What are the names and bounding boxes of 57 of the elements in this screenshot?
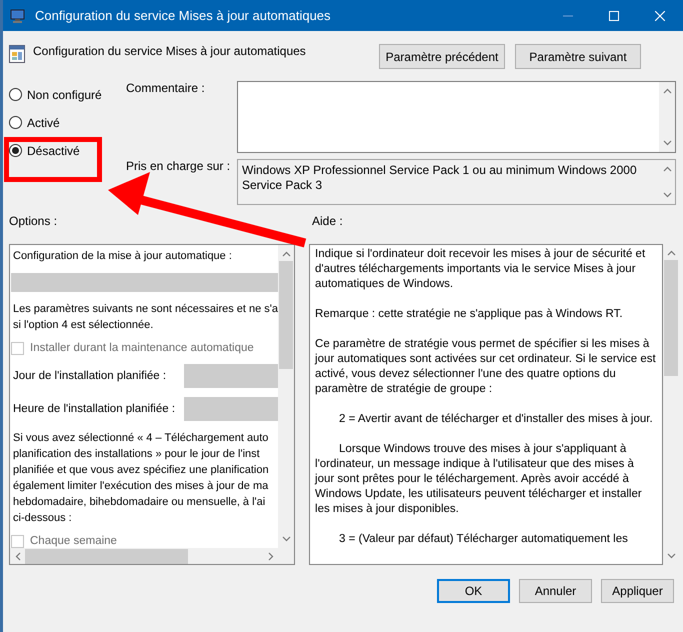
- option-text: également limiter l'exécution des mises à jour de ma: [13, 478, 270, 494]
- radio-label: Non configuré: [27, 88, 102, 102]
- maximize-icon: [609, 10, 619, 20]
- setting-title: Configuration du service Mises à jour automatiques: [33, 44, 307, 58]
- help-paragraph: Indique si l'ordinateur doit recevoir les mises à jour de sécurité et d'autres téléchargements importants via le service Mises à jour automatiques de Windows.: [315, 247, 646, 292]
- dialog-button[interactable]: Appliquer: [601, 579, 674, 603]
- chevron-up-icon: [282, 251, 291, 257]
- radio-label: Activé: [27, 116, 60, 130]
- chevron-up-icon: [666, 250, 676, 256]
- policy-settings-icon: [9, 45, 25, 63]
- option-text: planifiée et que vous avez spécifiez une planification: [13, 462, 270, 478]
- vertical-scrollbar[interactable]: [278, 245, 294, 548]
- navigation-button[interactable]: Paramètre précédent: [379, 44, 505, 69]
- option-text: Si vous avez sélectionné « 4 – Téléchargement auto: [13, 430, 270, 446]
- chevron-down-icon: [662, 140, 672, 146]
- radio-circle[interactable]: [9, 116, 22, 129]
- chevron-up-icon: [662, 88, 672, 94]
- option-text: Configuration de la mise à jour automatique :: [13, 249, 233, 264]
- chevron-up-icon: [662, 166, 672, 172]
- checkbox-label: Chaque semaine: [30, 535, 117, 548]
- chevron-down-icon: [662, 192, 672, 198]
- window-title: Configuration du service Mises à jour automatiques: [35, 8, 332, 23]
- navigation-button[interactable]: Paramètre suivant: [515, 44, 641, 69]
- chevron-right-icon: [268, 552, 274, 560]
- radio-circle[interactable]: [9, 144, 22, 157]
- field-label: Jour de l'installation planifiée :: [13, 370, 166, 382]
- comment-label: Commentaire :: [126, 81, 206, 97]
- options-label: Options :: [9, 214, 58, 230]
- horizontal-scrollbar[interactable]: [10, 548, 294, 564]
- help-label: Aide :: [312, 214, 343, 230]
- field-label: Heure de l'installation planifiée :: [13, 402, 176, 415]
- help-paragraph: Lorsque Windows trouve des mises à jour s'appliquant à l'ordinateur, un message indique à l'utilisateur que des mises à jour sont prêtes pour le téléchargement. Après avoir accédé à Windows Update, les utilisateurs peuvent télécharger et installer les mises à jour disponibles.: [315, 442, 643, 517]
- chevron-down-icon: [666, 553, 676, 559]
- state-radio-button[interactable]: Non configuré: [9, 85, 102, 104]
- computer-icon: [10, 8, 26, 24]
- supported-on-label: Pris en charge sur :: [126, 159, 232, 175]
- chevron-left-icon: [15, 552, 21, 560]
- option-text: ci-dessous :: [13, 510, 73, 526]
- option-text: hebdomadaire, bihebdomadaire ou mensuelle, à l'ai: [13, 494, 266, 510]
- help-paragraph: Ce paramètre de stratégie vous permet de spécifier si les mises à jour automatiques sont activées sur cet ordinateur. Si le service est activé, vous devez sélectionner l'une des quatre options du paramètre de stratégie de groupe :: [315, 337, 656, 397]
- option-text: Les paramètres suivants ne sont nécessaires et ne s'a: [13, 302, 278, 317]
- close-icon: [655, 10, 665, 20]
- vertical-scrollbar[interactable]: [659, 82, 675, 152]
- comment-field[interactable]: [237, 81, 676, 153]
- dialog-button[interactable]: Annuler: [519, 579, 592, 603]
- dialog-button[interactable]: OK: [437, 579, 510, 603]
- chevron-down-icon: [282, 536, 291, 542]
- option-text: si l'option 4 est sélectionnée.: [13, 318, 154, 333]
- radio-circle[interactable]: [9, 88, 22, 101]
- help-paragraph: 2 = Avertir avant de télécharger et d'installer des mises à jour.: [338, 412, 654, 427]
- radio-label: Désactivé: [27, 144, 80, 158]
- help-paragraph: 3 = (Valeur par défaut) Télécharger automatiquement les: [338, 532, 629, 547]
- help-paragraph: Remarque : cette stratégie ne s'applique pas à Windows RT.: [315, 307, 624, 322]
- state-radio-button[interactable]: Désactivé: [9, 141, 80, 160]
- option-text: planification des installations » pour le jour de l'inst: [13, 446, 261, 462]
- state-radio-button[interactable]: Activé: [9, 113, 60, 132]
- supported-on-text: Windows XP Professionnel Service Pack 1 ou au minimum Windows 2000 Service Pack 3: [241, 162, 638, 194]
